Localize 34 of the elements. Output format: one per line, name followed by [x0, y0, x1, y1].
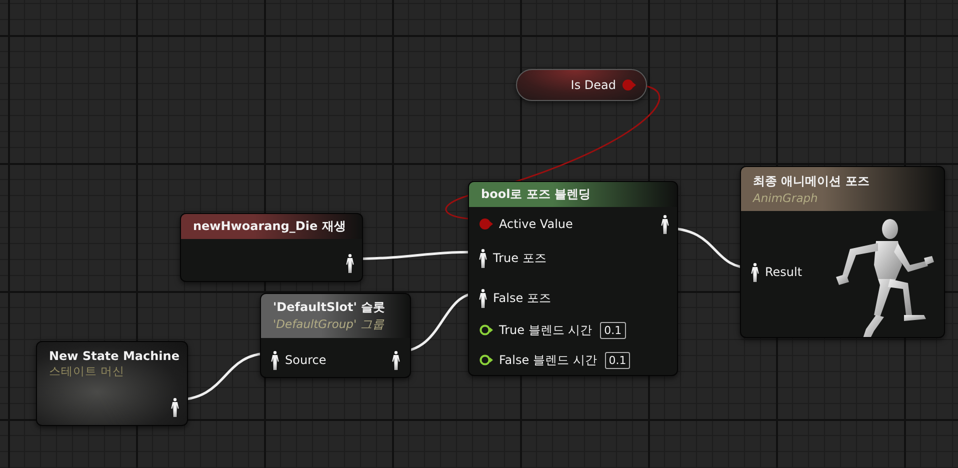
- pin-label: True 포즈: [493, 250, 546, 266]
- figure-icon[interactable]: [171, 398, 179, 417]
- value-field[interactable]: 0.1: [600, 322, 626, 338]
- node-title: 최종 애니메이션 포즈: [753, 173, 870, 190]
- figure-icon[interactable]: [479, 248, 487, 268]
- figure-icon[interactable]: [271, 350, 279, 370]
- figure-icon[interactable]: [661, 214, 669, 234]
- node-title: bool로 포즈 블렌딩: [481, 186, 592, 203]
- figure-icon[interactable]: [479, 288, 487, 308]
- node-card[interactable]: 'DefaultSlot' 슬롯 'DefaultGroup' 그룹 Source: [260, 293, 411, 378]
- pin-label: True 블렌드 시간: [499, 322, 592, 338]
- node-subtitle: 'DefaultGroup' 그룹: [273, 317, 386, 332]
- float-pin-icon[interactable]: [479, 324, 493, 336]
- node-card[interactable]: bool로 포즈 블렌딩 Active Value True 포즈 False 포즈 True 블렌드 시간 0.1 False 블렌드 시간 0.1: [468, 181, 678, 376]
- figure-icon[interactable]: [751, 262, 759, 282]
- float-pin-icon[interactable]: [479, 354, 493, 366]
- node-card[interactable]: New State Machine 스테이트 머신: [36, 341, 188, 426]
- node-card[interactable]: 최종 애니메이션 포즈 AnimGraph Result: [740, 166, 945, 338]
- pin-label: Result: [765, 265, 802, 279]
- figure-icon[interactable]: [346, 254, 354, 273]
- variable-name: Is Dead: [570, 78, 616, 92]
- value-field[interactable]: 0.1: [604, 352, 630, 368]
- bool-pin-icon[interactable]: [479, 218, 493, 230]
- pin-label: Source: [285, 353, 326, 367]
- node-card[interactable]: Is Dead: [516, 69, 647, 101]
- pin-label: Active Value: [499, 217, 573, 231]
- figure-icon[interactable]: [392, 350, 400, 370]
- node-title: newHwoarang_Die 재생: [193, 218, 347, 235]
- node-subtitle: AnimGraph: [753, 191, 819, 205]
- pin-label: False 포즈: [493, 290, 551, 306]
- node-title: 'DefaultSlot' 슬롯: [273, 299, 386, 316]
- node-subtitle: 스테이트 머신: [49, 364, 126, 379]
- node-card[interactable]: newHwoarang_Die 재생: [180, 213, 363, 282]
- pin-label: False 블렌드 시간: [499, 352, 597, 368]
